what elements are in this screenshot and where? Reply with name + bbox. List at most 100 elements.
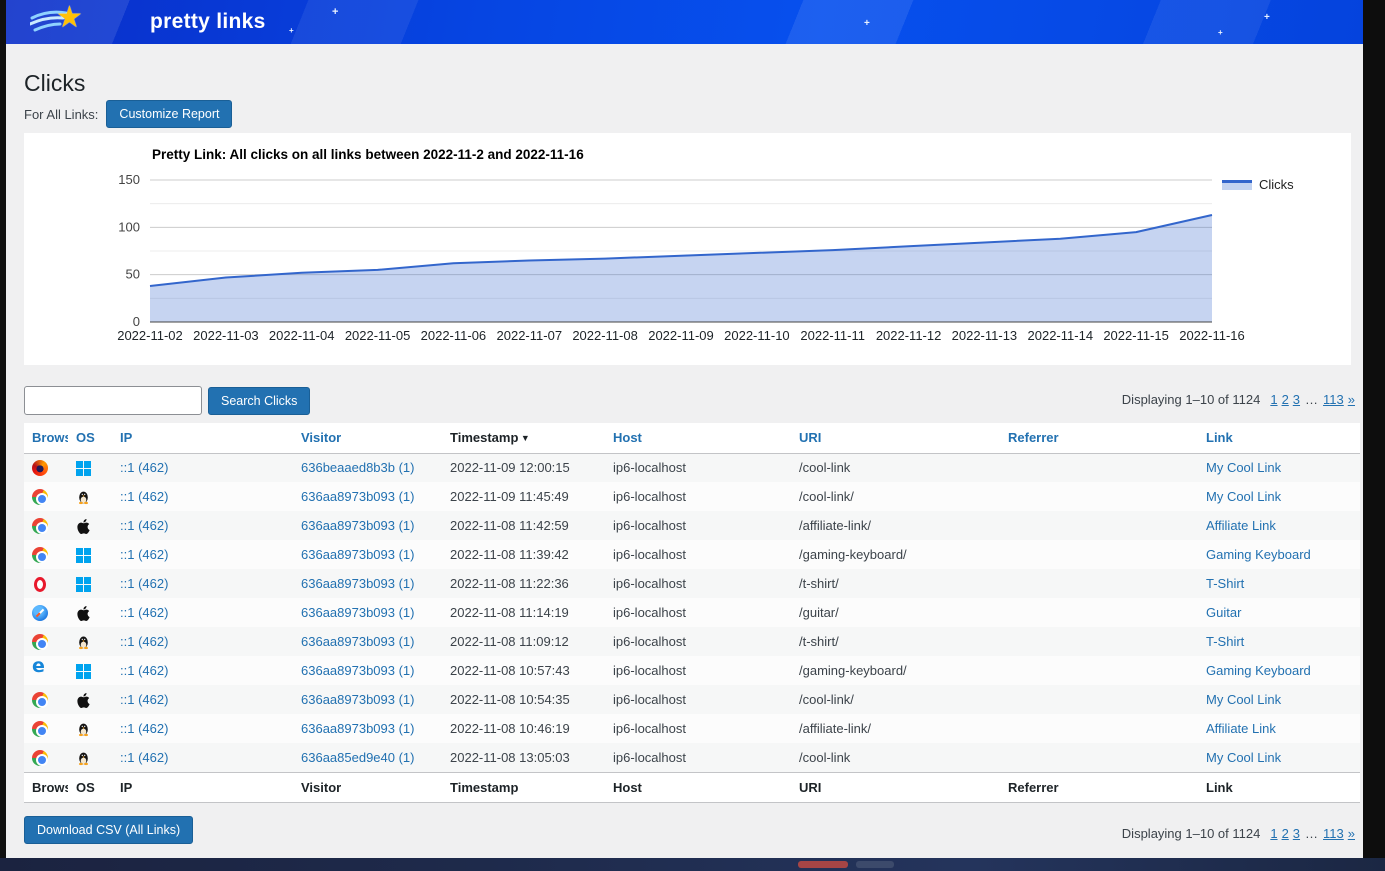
pretty-link-name[interactable]: T-Shirt <box>1206 634 1244 649</box>
page-link-1[interactable]: 1 <box>1270 392 1277 407</box>
search-clicks-button[interactable]: Search Clicks <box>208 387 310 415</box>
column-header-os: OS <box>68 423 112 453</box>
pretty-link-name[interactable]: Gaming Keyboard <box>1206 663 1311 678</box>
column-header-link[interactable]: URI <box>799 430 821 445</box>
bottom-bar-red-fragment <box>798 861 848 868</box>
pretty-link-name[interactable]: Guitar <box>1206 605 1241 620</box>
visitor-link[interactable]: 636aa8973b093 (1) <box>301 547 415 562</box>
ip-link[interactable]: ::1 (462) <box>120 663 168 678</box>
column-header-link[interactable]: Host <box>613 430 642 445</box>
ip-link[interactable]: ::1 (462) <box>120 750 168 765</box>
column-header-link[interactable]: Visitor <box>301 430 341 445</box>
next-page-link[interactable]: » <box>1348 392 1355 407</box>
svg-text:2022-11-16: 2022-11-16 <box>1179 328 1245 343</box>
pretty-link-name[interactable]: T-Shirt <box>1206 576 1244 591</box>
visitor-link[interactable]: 636aa8973b093 (1) <box>301 721 415 736</box>
ip-link[interactable]: ::1 (462) <box>120 605 168 620</box>
visitor-link[interactable]: 636aa8973b093 (1) <box>301 605 415 620</box>
bottom-bar-gray-fragment <box>856 861 894 868</box>
visitor-link[interactable]: 636aa8973b093 (1) <box>301 663 415 678</box>
sparkle-icon: + <box>289 26 294 35</box>
visitor-link[interactable]: 636aa8973b093 (1) <box>301 576 415 591</box>
visitor-link[interactable]: 636aa8973b093 (1) <box>301 518 415 533</box>
column-header-link[interactable]: Link <box>1206 430 1233 445</box>
uri-cell: /guitar/ <box>799 605 839 620</box>
ip-link[interactable]: ::1 (462) <box>120 721 168 736</box>
column-header-link[interactable]: IP <box>120 430 132 445</box>
svg-text:50: 50 <box>126 267 140 282</box>
pretty-link-name[interactable]: Affiliate Link <box>1206 518 1276 533</box>
table-row: ::1 (462) 636aa85ed9e40 (1) 2022-11-08 13:… <box>24 743 1360 772</box>
linux-os-icon <box>76 721 91 737</box>
svg-text:2022-11-05: 2022-11-05 <box>345 328 411 343</box>
sparkle-icon: + <box>1218 28 1223 37</box>
customize-report-button[interactable]: Customize Report <box>106 100 232 128</box>
page-link-3[interactable]: 3 <box>1293 392 1300 407</box>
uri-cell: /affiliate-link/ <box>799 721 871 736</box>
pretty-link-name[interactable]: My Cool Link <box>1206 750 1281 765</box>
edge-browser-icon <box>32 663 48 679</box>
column-header-visitor: Visitor <box>293 423 442 453</box>
ip-link[interactable]: ::1 (462) <box>120 634 168 649</box>
next-page-link[interactable]: » <box>1348 826 1355 841</box>
visitor-link[interactable]: 636aa8973b093 (1) <box>301 634 415 649</box>
ip-link[interactable]: ::1 (462) <box>120 692 168 707</box>
column-header-uri: URI <box>791 423 1000 453</box>
svg-text:2022-11-14: 2022-11-14 <box>1028 328 1094 343</box>
pretty-link-name[interactable]: My Cool Link <box>1206 692 1281 707</box>
table-row: ::1 (462)636aa8973b093 (1)2022-11-08 11:… <box>24 569 1360 598</box>
page-link-1[interactable]: 1 <box>1270 826 1277 841</box>
page-link-3[interactable]: 3 <box>1293 826 1300 841</box>
chrome-browser-icon <box>32 750 48 766</box>
table-row: ::1 (462)636aa8973b093 (1)2022-11-09 11:… <box>24 482 1360 511</box>
timestamp-cell: 2022-11-08 13:05:03 <box>450 750 570 765</box>
ip-link[interactable]: ::1 (462) <box>120 489 168 504</box>
ip-link[interactable]: ::1 (462) <box>120 460 168 475</box>
bottom-edge-bar <box>0 858 1385 871</box>
visitor-link[interactable]: 636aa8973b093 (1) <box>301 692 415 707</box>
linux-os-icon <box>76 634 91 650</box>
timestamp-cell: 2022-11-09 12:00:15 <box>450 460 570 475</box>
svg-text:2022-11-15: 2022-11-15 <box>1103 328 1169 343</box>
chrome-browser-icon <box>32 518 48 534</box>
visitor-link[interactable]: 636beaaed8b3b (1) <box>301 460 415 475</box>
table-row: ::1 (462)636aa8973b093 (1)2022-11-08 11:… <box>24 598 1360 627</box>
ip-link[interactable]: ::1 (462) <box>120 518 168 533</box>
column-header-timestamp[interactable]: Timestamp ▼ <box>442 423 605 453</box>
chart-legend: Clicks <box>1222 177 1294 192</box>
column-header-browser: Browser <box>24 423 68 453</box>
ip-link[interactable]: ::1 (462) <box>120 576 168 591</box>
screen-edge-right <box>1363 0 1385 858</box>
ip-link[interactable]: ::1 (462) <box>120 547 168 562</box>
svg-text:2022-11-08: 2022-11-08 <box>572 328 638 343</box>
host-cell: ip6-localhost <box>613 721 686 736</box>
visitor-link[interactable]: 636aa8973b093 (1) <box>301 489 415 504</box>
timestamp-cell: 2022-11-08 11:09:12 <box>450 634 569 649</box>
page-link-113[interactable]: 113 <box>1323 826 1344 841</box>
page-link-2[interactable]: 2 <box>1282 826 1289 841</box>
pretty-link-name[interactable]: Affiliate Link <box>1206 721 1276 736</box>
footer-column-visitor: Visitor <box>293 772 442 802</box>
svg-text:2022-11-02: 2022-11-02 <box>117 328 183 343</box>
timestamp-cell: 2022-11-08 11:42:59 <box>450 518 569 533</box>
svg-text:2022-11-11: 2022-11-11 <box>800 328 865 343</box>
visitor-link[interactable]: 636aa85ed9e40 (1) <box>301 750 415 765</box>
page-link-113[interactable]: 113 <box>1323 392 1344 407</box>
uri-cell: /cool-link <box>799 460 850 475</box>
uri-cell: /affiliate-link/ <box>799 518 871 533</box>
column-header-link[interactable]: Browser <box>32 430 68 445</box>
windows-os-icon <box>76 460 92 476</box>
host-cell: ip6-localhost <box>613 460 686 475</box>
column-header-link[interactable]: OS <box>76 430 95 445</box>
page-link-2[interactable]: 2 <box>1282 392 1289 407</box>
download-csv-button[interactable]: Download CSV (All Links) <box>24 816 193 844</box>
column-header-link[interactable]: Referrer <box>1008 430 1059 445</box>
search-clicks-input[interactable] <box>24 386 202 415</box>
pretty-link-name[interactable]: My Cool Link <box>1206 489 1281 504</box>
pretty-link-name[interactable]: Gaming Keyboard <box>1206 547 1311 562</box>
pagination-summary: Displaying 1–10 of 1124 <box>1122 392 1261 407</box>
apple-os-icon <box>76 606 91 621</box>
pretty-link-name[interactable]: My Cool Link <box>1206 460 1281 475</box>
chrome-browser-icon <box>32 547 48 563</box>
table-row: ::1 (462)636aa8973b093 (1)2022-11-08 10:… <box>24 714 1360 743</box>
